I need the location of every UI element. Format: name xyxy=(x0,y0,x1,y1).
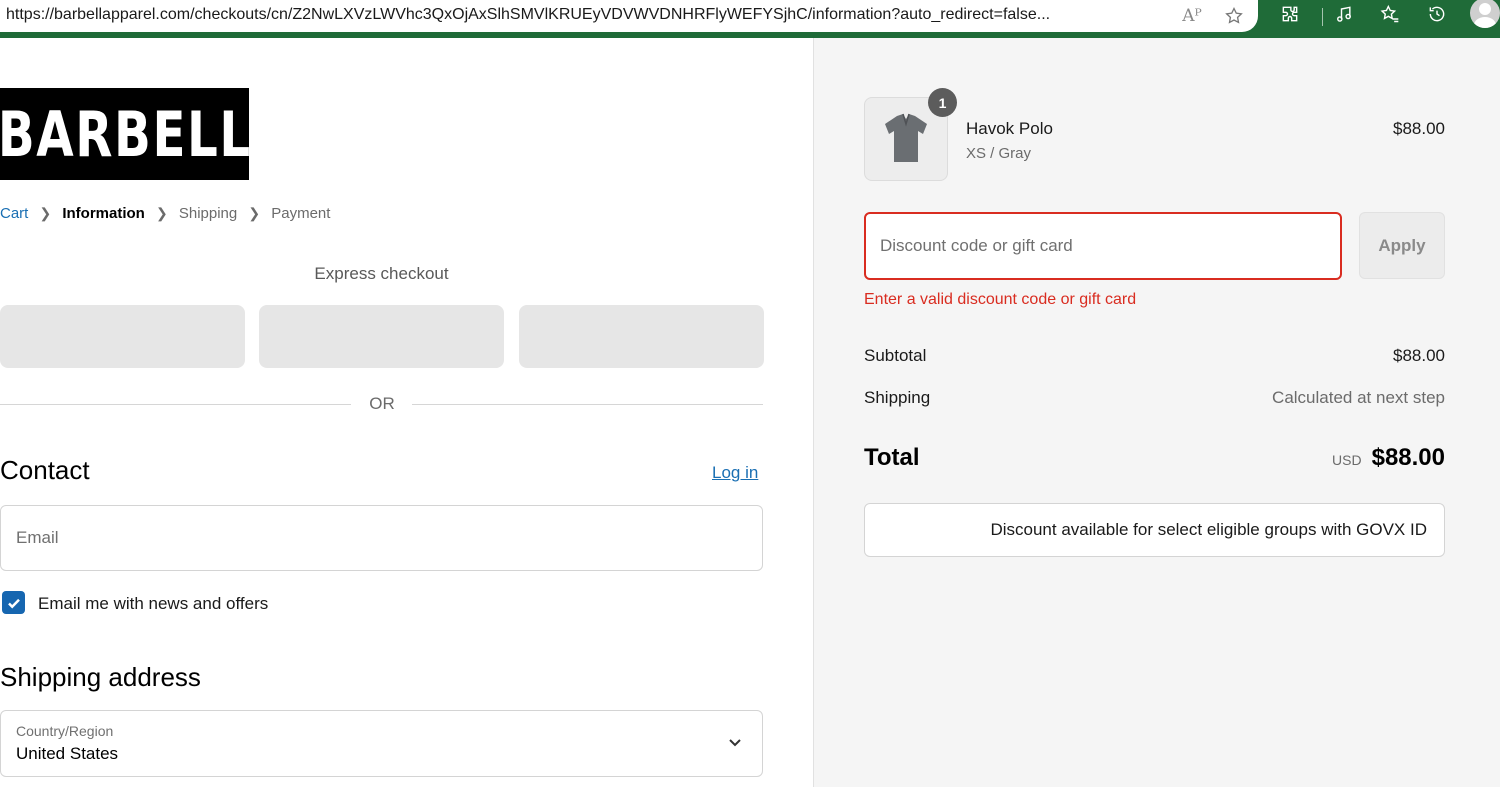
express-pay-button-2[interactable] xyxy=(259,305,504,368)
country-select[interactable]: Country/Region United States xyxy=(0,710,763,777)
barbell-logo[interactable]: BARBELL xyxy=(0,88,252,180)
read-aloud-icon[interactable]: Aᴾ xyxy=(1180,4,1204,28)
shipping-address-heading: Shipping address xyxy=(0,662,201,692)
email-field[interactable] xyxy=(0,505,763,571)
breadcrumb-cart[interactable]: Cart xyxy=(0,205,28,222)
favorites-icon[interactable] xyxy=(1378,2,1402,26)
total-amount: USD $88.00 xyxy=(1332,444,1445,472)
breadcrumb-shipping: Shipping xyxy=(178,205,238,222)
quantity-badge: 1 xyxy=(928,88,957,117)
media-control-icon[interactable] xyxy=(1332,2,1356,26)
breadcrumb-payment: Payment xyxy=(271,205,331,222)
shipping-value: Calculated at next step xyxy=(1272,388,1445,407)
discount-error-message: Enter a valid discount code or gift card xyxy=(864,291,1137,308)
avatar-head xyxy=(1479,3,1491,15)
logo-text: BARBELL xyxy=(0,97,252,171)
product-name: Havok Polo xyxy=(966,119,1053,138)
url-text[interactable]: https://barbellapparel.com/checkouts/cn/… xyxy=(6,6,1172,24)
newsletter-label[interactable]: Email me with news and offers xyxy=(38,594,268,614)
contact-heading: Contact xyxy=(0,455,90,485)
browser-toolbar: https://barbellapparel.com/checkouts/cn/… xyxy=(0,0,1500,38)
or-divider-label: OR xyxy=(369,394,395,413)
currency-code: USD xyxy=(1332,452,1362,468)
express-pay-button-3[interactable] xyxy=(519,305,764,368)
product-price: $88.00 xyxy=(1393,119,1445,138)
total-value: $88.00 xyxy=(1371,444,1445,471)
chevron-right-icon: ❯ xyxy=(39,205,52,221)
history-icon[interactable] xyxy=(1425,2,1449,26)
email-input[interactable] xyxy=(1,506,762,570)
chevron-down-icon xyxy=(726,733,744,751)
log-in-link[interactable]: Log in xyxy=(712,463,758,483)
divider-left xyxy=(0,404,351,405)
apply-discount-button[interactable]: Apply xyxy=(1359,212,1445,279)
toolbar-divider xyxy=(1322,8,1323,26)
chevron-right-icon: ❯ xyxy=(248,205,261,221)
profile-avatar[interactable] xyxy=(1470,0,1500,28)
subtotal-value: $88.00 xyxy=(1393,346,1445,365)
checkmark-icon xyxy=(7,598,20,608)
express-pay-button-1[interactable] xyxy=(0,305,245,368)
breadcrumb: Cart ❯ Information ❯ Shipping ❯ Payment xyxy=(0,205,330,222)
discount-code-field[interactable] xyxy=(864,212,1342,280)
shipping-label: Shipping xyxy=(864,388,931,407)
newsletter-checkbox[interactable] xyxy=(2,591,25,614)
govx-discount-button[interactable]: Discount available for select eligible g… xyxy=(864,503,1445,557)
country-label: Country/Region xyxy=(16,723,114,739)
polo-shirt-icon xyxy=(885,113,927,162)
breadcrumb-information: Information xyxy=(62,205,145,222)
address-bar[interactable]: https://barbellapparel.com/checkouts/cn/… xyxy=(0,0,1258,32)
country-value: United States xyxy=(16,744,119,763)
product-variant: XS / Gray xyxy=(966,145,1032,162)
favorite-star-icon[interactable] xyxy=(1222,4,1246,28)
express-checkout-label: Express checkout xyxy=(314,264,449,283)
divider-right xyxy=(412,404,763,405)
chevron-right-icon: ❯ xyxy=(155,205,168,221)
discount-code-input[interactable] xyxy=(866,214,1340,278)
avatar-shoulders xyxy=(1474,17,1496,28)
extensions-icon[interactable] xyxy=(1278,2,1302,26)
total-label: Total xyxy=(864,444,920,471)
subtotal-label: Subtotal xyxy=(864,346,927,365)
